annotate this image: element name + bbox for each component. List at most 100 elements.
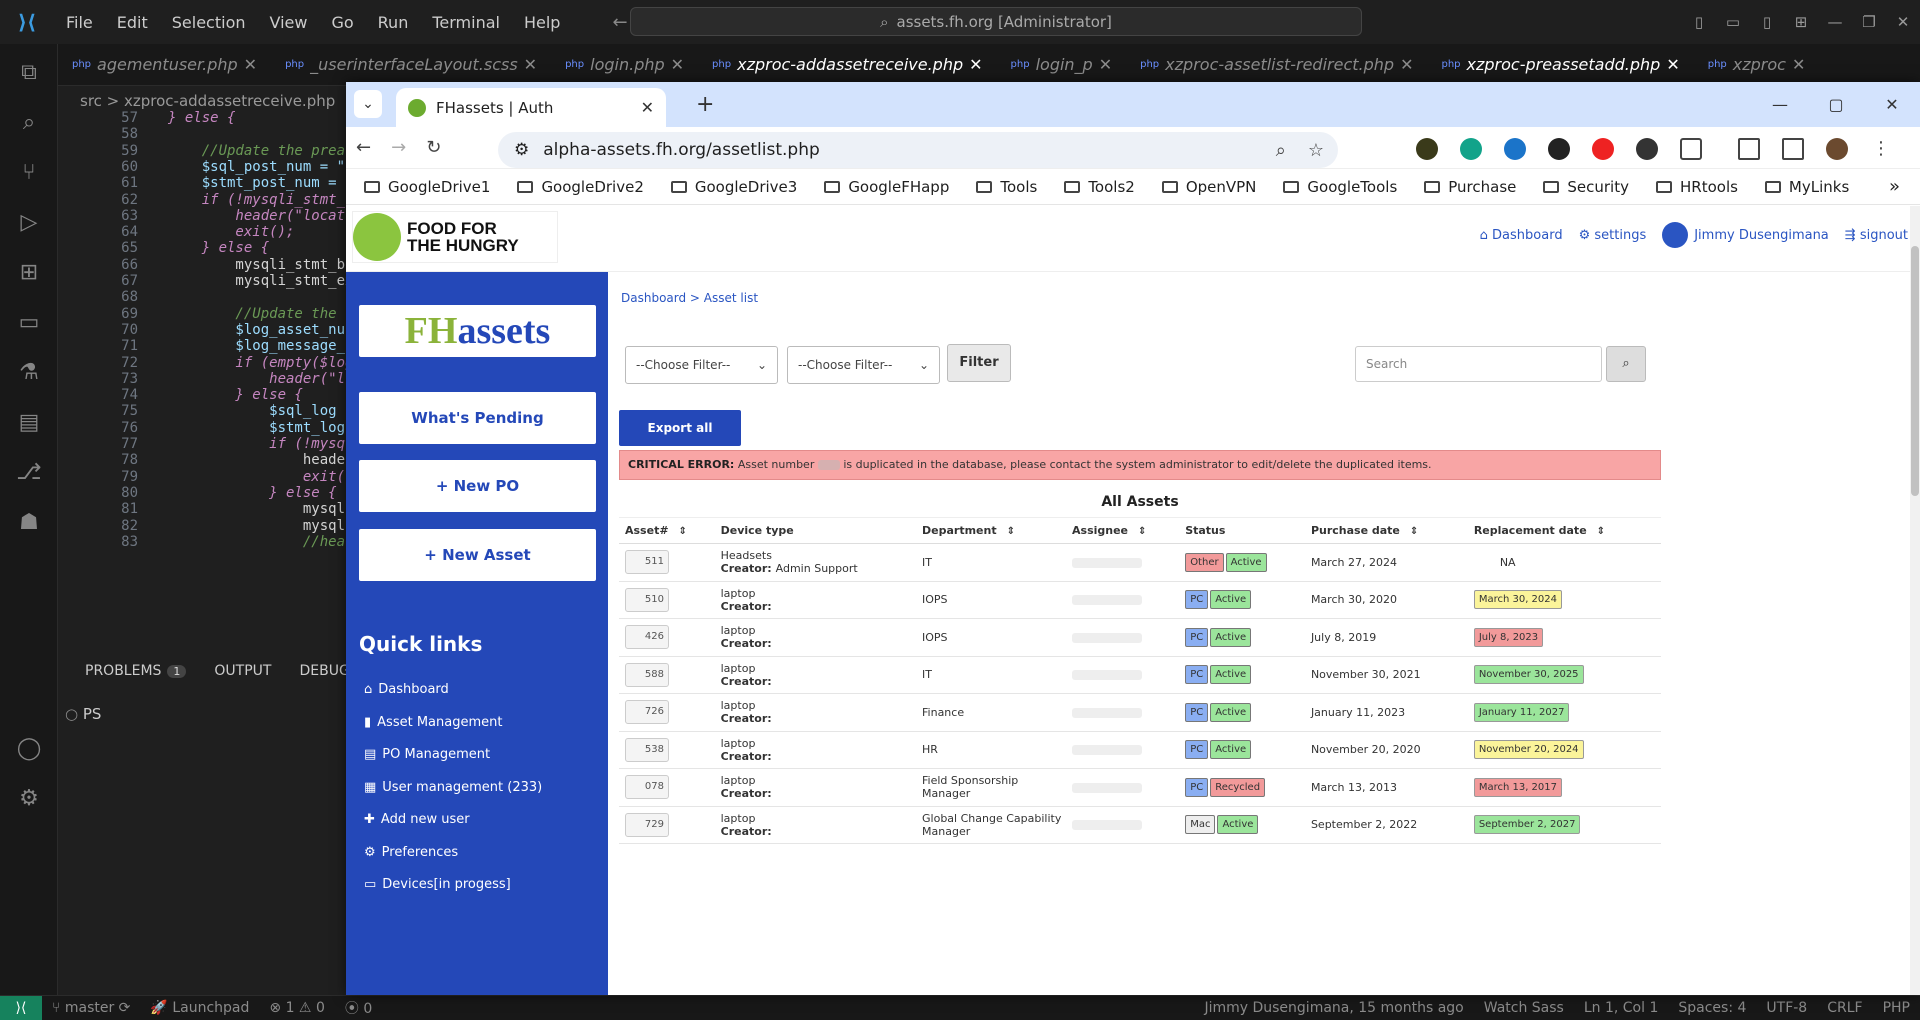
close-tab-icon[interactable]: ✕ <box>641 98 654 117</box>
table-row[interactable]: 729 laptop Creator: Global Change Capabilit… <box>619 806 1661 844</box>
sort-icon[interactable]: ⇕ <box>1138 526 1146 537</box>
table-row[interactable]: 510 laptop Creator: IOPS PC Active March 30, 2… <box>619 581 1661 619</box>
menu-run[interactable]: Run <box>366 13 421 32</box>
close-tab-icon[interactable]: ✕ <box>244 55 257 74</box>
quick-link-item[interactable]: ▭ Devices[in progess] <box>364 877 511 892</box>
bookmark-googletools[interactable]: GoogleTools <box>1283 178 1397 196</box>
asset-id[interactable]: 511 <box>625 550 669 575</box>
quick-link-item[interactable]: ⚙ Preferences <box>364 845 458 860</box>
bookmark-star-icon[interactable]: ☆ <box>1308 140 1324 161</box>
close-tab-icon[interactable]: ✕ <box>1099 55 1112 74</box>
fh-logo[interactable]: FOOD FOR THE HUNGRY <box>352 211 558 263</box>
table-row[interactable]: 511 Headsets Creator: Admin Support IT Other A… <box>619 543 1661 582</box>
toggle-panel-icon[interactable]: ▭ <box>1716 13 1750 31</box>
eol[interactable]: CRLF <box>1817 1000 1872 1016</box>
watch-sass[interactable]: Watch Sass <box>1474 1000 1574 1016</box>
git-graph-icon[interactable]: ⎇ <box>14 458 44 488</box>
new-po-button[interactable]: + New PO <box>359 460 596 512</box>
asset-id[interactable]: 510 <box>625 587 669 612</box>
table-row[interactable]: 538 laptop Creator: HR PC Active November 20, … <box>619 731 1661 769</box>
new-tab-button[interactable]: + <box>696 92 714 117</box>
tab-output[interactable]: OUTPUT <box>214 663 271 679</box>
remote-explorer-icon[interactable]: ▭ <box>14 308 44 338</box>
page-scrollbar[interactable] <box>1910 206 1920 995</box>
command-center[interactable]: ⌕ assets.fh.org [Administrator] <box>630 7 1362 36</box>
more-bookmarks-chevron-icon[interactable]: » <box>1889 176 1900 197</box>
maximize-icon[interactable]: ▢ <box>1808 95 1864 114</box>
menu-help[interactable]: Help <box>512 13 572 32</box>
fhassets-brand[interactable]: FHassets <box>359 305 596 357</box>
export-all-button[interactable]: Export all <box>619 410 741 446</box>
extensions-icon[interactable]: ⊞ <box>14 258 44 288</box>
extension-1-icon[interactable] <box>1416 138 1438 160</box>
sort-icon[interactable]: ⇕ <box>679 526 687 537</box>
sort-icon[interactable]: ⇕ <box>1410 526 1418 537</box>
close-icon[interactable]: ✕ <box>1886 13 1920 31</box>
launchpad-item[interactable]: 🚀 Launchpad <box>140 1000 259 1016</box>
problems-indicator[interactable]: ⊗ 1 ⚠ 0 <box>259 1000 334 1016</box>
media-control-icon[interactable] <box>1738 138 1760 160</box>
sort-icon[interactable]: ⇕ <box>1597 526 1605 537</box>
quick-link-item[interactable]: ⌂ Dashboard <box>364 682 449 697</box>
extension-3-icon[interactable] <box>1504 138 1526 160</box>
restore-icon[interactable]: ❐ <box>1852 13 1886 31</box>
account-icon[interactable]: ◯ <box>14 734 44 764</box>
language-mode[interactable]: PHP <box>1873 1000 1920 1016</box>
tab-problems[interactable]: PROBLEMS 1 <box>85 663 187 679</box>
close-window-icon[interactable]: ✕ <box>1864 95 1920 114</box>
ports-indicator[interactable]: ⦿ 0 <box>335 998 382 1018</box>
menu-terminal[interactable]: Terminal <box>420 13 512 32</box>
bookmark-purchase[interactable]: Purchase <box>1424 178 1516 196</box>
search-button[interactable]: ⌕ <box>1606 346 1646 382</box>
run-debug-icon[interactable]: ▷ <box>14 208 44 238</box>
quick-link-item[interactable]: ▤ PO Management <box>364 747 490 762</box>
menu-view[interactable]: View <box>258 13 320 32</box>
layout-icon[interactable]: ⊞ <box>1784 13 1818 31</box>
close-tab-icon[interactable]: ✕ <box>671 55 684 74</box>
extension-4-icon[interactable] <box>1548 138 1570 160</box>
bookmark-security[interactable]: Security <box>1543 178 1629 196</box>
toggle-secondary-sidebar-icon[interactable]: ▯ <box>1750 13 1784 31</box>
reload-icon[interactable]: ↻ <box>426 137 441 158</box>
table-row[interactable]: 078 laptop Creator: Field Sponsorship Manag… <box>619 768 1661 807</box>
column-header[interactable]: Replacement date ⇕ <box>1467 517 1661 544</box>
editor-tab[interactable]: php xzproc ✕ <box>1694 44 1820 86</box>
cursor-position[interactable]: Ln 1, Col 1 <box>1574 1000 1669 1016</box>
column-header[interactable]: Assignee ⇕ <box>1066 517 1180 544</box>
new-asset-button[interactable]: + New Asset <box>359 529 596 581</box>
site-info-icon[interactable]: ⚙ <box>514 140 529 160</box>
asset-id[interactable]: 588 <box>625 662 669 687</box>
breadcrumb-dashboard[interactable]: Dashboard <box>621 291 686 305</box>
bookmark-googlefhapp[interactable]: GoogleFHapp <box>824 178 949 196</box>
zoom-icon[interactable]: ⌕ <box>1276 140 1286 161</box>
nav-signout[interactable]: ⇶ signout <box>1845 228 1908 243</box>
asset-id[interactable]: 538 <box>625 737 669 762</box>
extensions-puzzle-icon[interactable] <box>1680 138 1702 160</box>
menu-edit[interactable]: Edit <box>105 13 160 32</box>
editor-tab[interactable]: php _userinterfaceLayout.scss ✕ <box>271 44 551 86</box>
nav-settings[interactable]: ⚙ settings <box>1579 228 1647 243</box>
bookmark-tools[interactable]: Tools <box>976 178 1037 196</box>
toggle-sidebar-icon[interactable]: ▯ <box>1682 13 1716 31</box>
extension-2-icon[interactable] <box>1460 138 1482 160</box>
git-blame[interactable]: Jimmy Dusengimana, 15 months ago <box>1194 1000 1473 1016</box>
editor-tab[interactable]: php xzproc-addassetreceive.php ✕ <box>698 44 996 86</box>
bookmark-googledrive2[interactable]: GoogleDrive2 <box>517 178 644 196</box>
table-row[interactable]: 426 laptop Creator: IOPS PC Active July 8, 201… <box>619 618 1661 657</box>
filter-select-2[interactable]: --Choose Filter-- ⌄ <box>787 346 940 384</box>
quick-link-item[interactable]: ▮ Asset Management <box>364 715 502 730</box>
profile-avatar[interactable] <box>1826 138 1848 160</box>
extension-5-icon[interactable] <box>1592 138 1614 160</box>
remote-indicator-icon[interactable]: ⟩⟨ <box>0 995 42 1020</box>
menu-dots-icon[interactable]: ⋮ <box>1870 138 1892 160</box>
menu-selection[interactable]: Selection <box>160 13 258 32</box>
table-row[interactable]: 726 laptop Creator: Finance PC Active January … <box>619 693 1661 732</box>
source-control-icon[interactable]: ⑂ <box>14 158 44 188</box>
close-tab-icon[interactable]: ✕ <box>969 55 982 74</box>
explorer-icon[interactable]: ⧉ <box>14 58 44 88</box>
menu-go[interactable]: Go <box>319 13 365 32</box>
nav-dashboard[interactable]: ⌂ Dashboard <box>1480 228 1563 243</box>
branch-indicator[interactable]: ⑂ master ⟳ <box>42 1000 140 1016</box>
side-panel-icon[interactable] <box>1782 138 1804 160</box>
encoding[interactable]: UTF-8 <box>1756 1000 1817 1016</box>
